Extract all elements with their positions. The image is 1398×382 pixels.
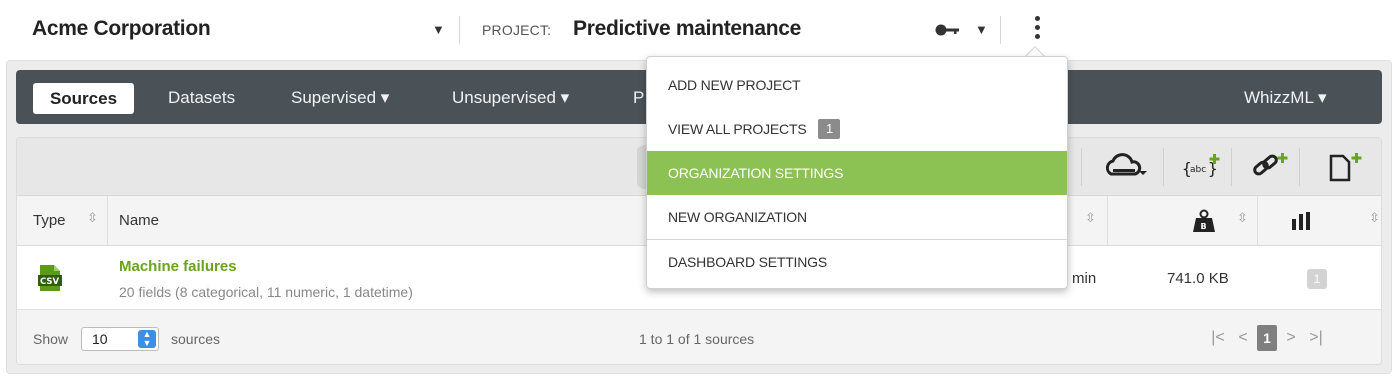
cloud-upload-icon[interactable]: [1103, 150, 1153, 184]
first-page-icon[interactable]: |<: [1207, 325, 1229, 351]
spinner-arrows-icon[interactable]: ▲ ▼: [138, 330, 156, 348]
divider: [107, 196, 108, 246]
menu-item-view-all-projects[interactable]: VIEW ALL PROJECTS 1: [647, 107, 1067, 151]
project-label: PROJECT:: [482, 22, 552, 38]
menu-item-new-organization[interactable]: NEW ORGANIZATION: [647, 195, 1067, 239]
sources-label: sources: [171, 331, 221, 347]
source-age: min: [1072, 270, 1097, 287]
divider: [1081, 148, 1082, 186]
bar-chart-icon[interactable]: [1291, 212, 1311, 230]
svg-text:B: B: [1201, 222, 1207, 231]
menu-item-organization-settings[interactable]: ORGANIZATION SETTINGS: [647, 151, 1067, 195]
key-icon[interactable]: [935, 23, 961, 37]
project-name[interactable]: Predictive maintenance: [573, 17, 801, 41]
sort-icon[interactable]: ⇳: [1237, 210, 1248, 226]
more-options-icon[interactable]: [1030, 13, 1044, 45]
column-header-type[interactable]: Type: [33, 212, 66, 229]
nav-supervised[interactable]: Supervised ▾: [291, 88, 389, 108]
divider: [1257, 196, 1258, 246]
svg-text:CSV: CSV: [40, 277, 60, 287]
page-size-value: 10: [92, 331, 108, 347]
menu-item-label: ORGANIZATION SETTINGS: [668, 165, 844, 181]
menu-item-label: ADD NEW PROJECT: [668, 77, 801, 93]
divider: [1299, 148, 1300, 186]
source-name-link[interactable]: Machine failures: [119, 258, 237, 275]
divider: [1107, 196, 1108, 246]
menu-item-label: NEW ORGANIZATION: [668, 209, 807, 225]
nav-unsupervised[interactable]: Unsupervised ▾: [452, 88, 569, 108]
nav-datasets[interactable]: Datasets: [168, 88, 235, 108]
table-footer: Show 10 ▲ ▼ sources 1 to 1 of 1 sources |…: [17, 310, 1381, 364]
organization-dropdown-caret-icon[interactable]: ▼: [432, 22, 445, 37]
last-page-icon[interactable]: >|: [1305, 325, 1327, 351]
sort-icon[interactable]: ⇳: [1369, 210, 1380, 226]
nav-whizzml[interactable]: WhizzML ▾: [1244, 88, 1327, 108]
new-file-icon[interactable]: [1325, 150, 1369, 184]
organization-name[interactable]: Acme Corporation: [32, 17, 211, 41]
next-page-icon[interactable]: >: [1283, 325, 1299, 351]
menu-item-label: VIEW ALL PROJECTS: [668, 121, 807, 137]
show-label: Show: [33, 331, 69, 347]
page-size-select[interactable]: 10 ▲ ▼: [81, 327, 159, 351]
inline-source-icon[interactable]: { abc }: [1180, 150, 1226, 184]
options-dropdown-menu: ADD NEW PROJECT VIEW ALL PROJECTS 1 ORGAN…: [646, 56, 1068, 289]
nav-sources[interactable]: Sources: [33, 83, 134, 114]
column-header-name[interactable]: Name: [119, 212, 159, 229]
csv-file-icon: CSV: [38, 265, 62, 291]
svg-text:abc: abc: [1190, 165, 1206, 175]
divider: [1000, 16, 1001, 44]
pagination-info: 1 to 1 of 1 sources: [639, 331, 755, 347]
divider: [1231, 148, 1232, 186]
menu-item-add-new-project[interactable]: ADD NEW PROJECT: [647, 63, 1067, 107]
source-fields-summary: 20 fields (8 categorical, 11 numeric, 1 …: [119, 284, 413, 300]
project-dropdown-caret-icon[interactable]: ▼: [975, 22, 988, 37]
sort-icon[interactable]: ⇳: [1085, 210, 1096, 226]
svg-text:}: }: [1208, 159, 1218, 178]
divider: [459, 16, 460, 44]
project-count-badge: 1: [818, 119, 841, 139]
file-size-weight-icon[interactable]: B: [1193, 209, 1215, 233]
link-add-icon[interactable]: [1250, 150, 1292, 184]
menu-item-label: DASHBOARD SETTINGS: [668, 254, 827, 270]
previous-page-icon[interactable]: <: [1235, 325, 1251, 351]
dataset-count-badge[interactable]: 1: [1307, 269, 1327, 289]
current-page-number[interactable]: 1: [1257, 325, 1277, 351]
menu-item-dashboard-settings[interactable]: DASHBOARD SETTINGS: [647, 240, 1067, 284]
source-size: 741.0 KB: [1167, 270, 1229, 287]
nav-predictions[interactable]: P: [633, 88, 644, 108]
divider: [1163, 148, 1164, 186]
top-bar: Acme Corporation ▼ PROJECT: Predictive m…: [0, 0, 1398, 60]
sort-icon[interactable]: ⇳: [87, 210, 98, 226]
